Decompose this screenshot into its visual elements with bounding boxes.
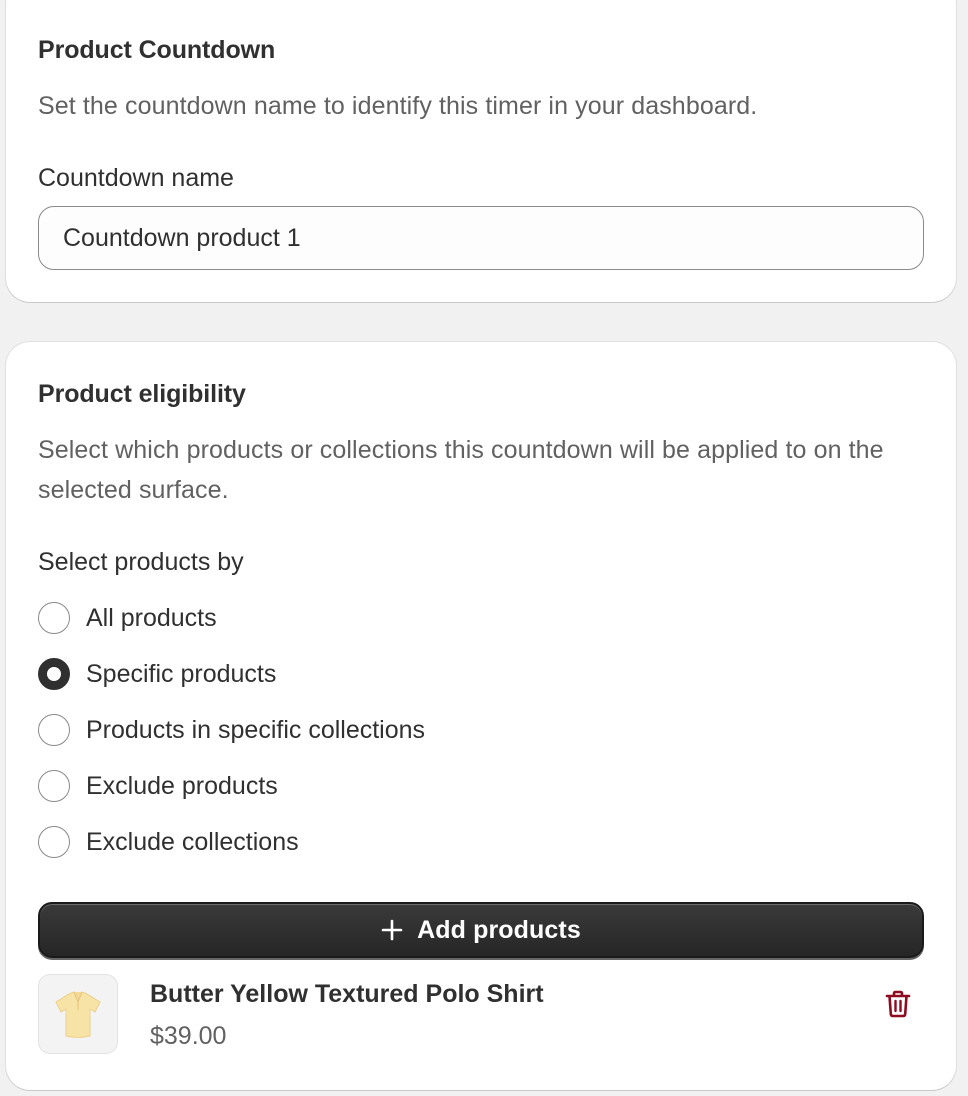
radio-label: Exclude collections	[86, 827, 299, 856]
add-products-label: Add products	[417, 915, 581, 944]
radio-label: Exclude products	[86, 771, 278, 800]
plus-icon	[381, 919, 403, 941]
trash-icon	[885, 990, 911, 1018]
radio-button[interactable]	[38, 826, 70, 858]
radio-label: Products in specific collections	[86, 715, 426, 744]
product-title: Butter Yellow Textured Polo Shirt	[150, 980, 544, 1008]
radio-label: All products	[86, 603, 217, 632]
radio-option-all-products[interactable]: All products	[38, 601, 217, 635]
product-thumbnail	[38, 974, 118, 1054]
countdown-settings-card: Product Countdown Set the countdown name…	[6, 0, 956, 302]
polo-shirt-image	[55, 991, 101, 1038]
add-products-button[interactable]: Add products	[38, 902, 924, 958]
radio-button[interactable]	[38, 714, 70, 746]
radio-option-products-in-collections[interactable]: Products in specific collections	[38, 713, 425, 747]
radio-button[interactable]	[38, 770, 70, 802]
radio-label: Specific products	[86, 659, 277, 688]
select-products-by-label: Select products by	[38, 548, 244, 576]
radio-option-exclude-products[interactable]: Exclude products	[38, 769, 278, 803]
card-title: Product Countdown	[38, 36, 276, 64]
radio-button-selected[interactable]	[38, 658, 70, 690]
product-eligibility-card: Product eligibility Select which product…	[6, 342, 956, 1090]
card-description: Select which products or collections thi…	[38, 436, 884, 504]
remove-product-button[interactable]	[878, 984, 918, 1024]
product-price: $39.00	[150, 1022, 227, 1050]
selected-product-item: Butter Yellow Textured Polo Shirt $39.00	[38, 974, 924, 1054]
radio-button[interactable]	[38, 602, 70, 634]
card-title: Product eligibility	[38, 380, 246, 408]
radio-option-specific-products[interactable]: Specific products	[38, 657, 276, 691]
countdown-name-input[interactable]	[38, 206, 924, 270]
card-description: Set the countdown name to identify this …	[38, 92, 758, 120]
countdown-name-label: Countdown name	[38, 164, 234, 192]
radio-option-exclude-collections[interactable]: Exclude collections	[38, 825, 299, 859]
